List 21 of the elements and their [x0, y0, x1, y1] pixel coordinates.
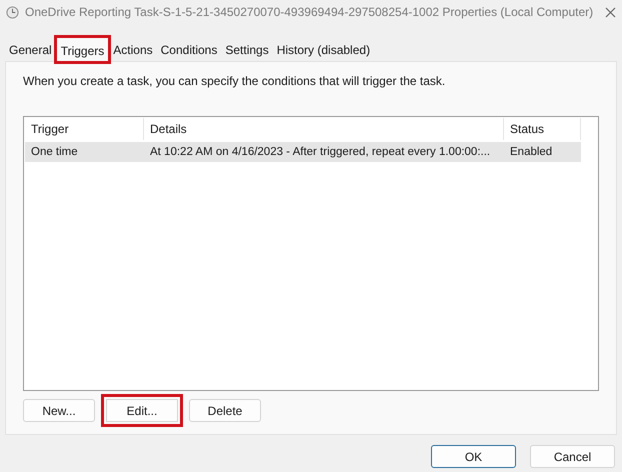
column-header[interactable]: Status — [504, 118, 581, 140]
close-icon[interactable] — [605, 6, 616, 18]
tab[interactable]: Settings — [221, 40, 273, 61]
table-cell[interactable]: At 10:22 AM on 4/16/2023 - After triggered, repeat every 1.00:00:... — [144, 142, 504, 162]
tab[interactable]: Conditions — [156, 40, 222, 61]
tab[interactable]: Actions — [109, 40, 157, 61]
column-header[interactable]: Details — [144, 118, 504, 140]
clock-icon — [6, 6, 19, 18]
tab[interactable]: Triggers — [56, 37, 110, 62]
window-title: OneDrive Reporting Task-S-1-5-21-3450270070-493969494-297508254-1002 Properties (Local Computer) — [25, 5, 594, 19]
tab[interactable]: History (disabled) — [272, 40, 374, 61]
list-button[interactable]: New... — [23, 399, 95, 422]
list-button[interactable]: Edit... — [101, 394, 183, 427]
list-button[interactable]: Delete — [189, 399, 261, 422]
dialog-button[interactable]: OK — [431, 445, 516, 468]
dialog-button[interactable]: Cancel — [530, 445, 615, 468]
table-cell[interactable]: Enabled — [504, 142, 581, 162]
column-header[interactable]: Trigger — [25, 118, 144, 140]
table-cell[interactable]: One time — [25, 142, 144, 162]
tab[interactable]: General — [5, 40, 56, 61]
description-text: When you create a task, you can specify the conditions that will trigger the task. — [23, 74, 446, 88]
